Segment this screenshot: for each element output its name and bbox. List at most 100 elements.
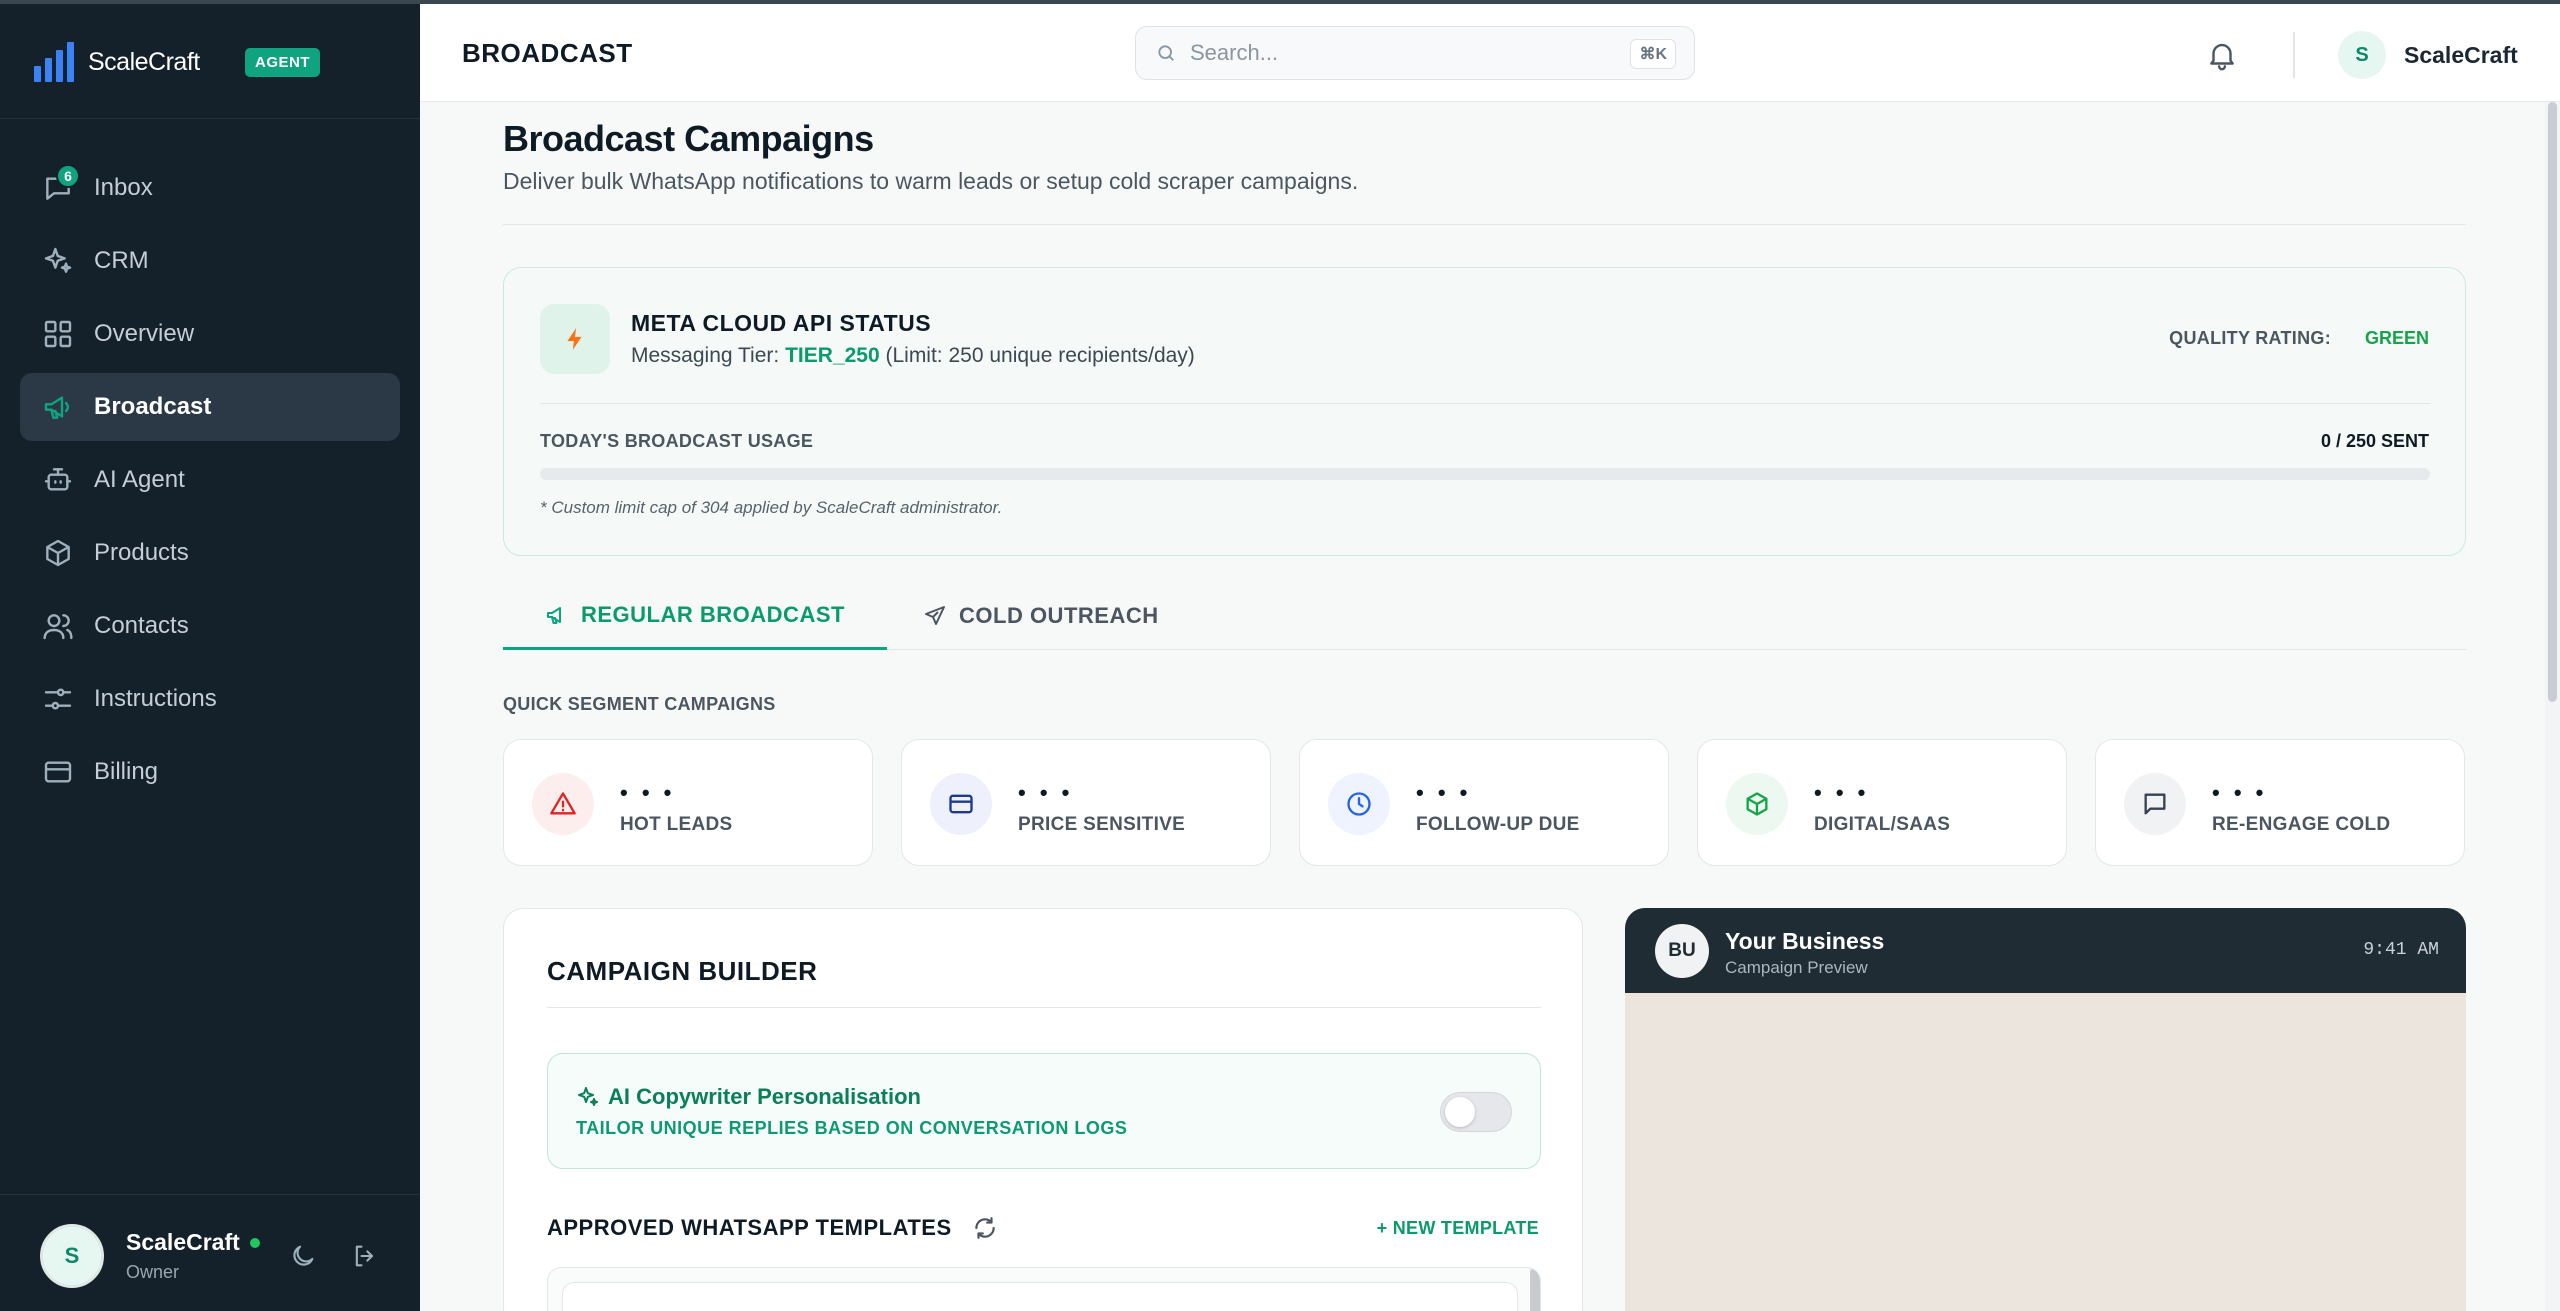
topbar: BROADCAST ⌘K S ScaleCraft: [420, 0, 2560, 102]
sidebar-bottom-divider: [0, 1194, 420, 1195]
grid-icon: [42, 318, 74, 350]
segment-count: • • •: [1416, 780, 1472, 805]
message-square-icon: [2124, 773, 2186, 835]
business-name: Your Business: [1725, 928, 1885, 954]
tier-prefix: Messaging Tier:: [631, 344, 786, 367]
segment-count: • • •: [1018, 780, 1074, 805]
segment-card-re-engage-cold[interactable]: • • • RE-ENGAGE COLD: [2095, 739, 2465, 866]
divider: [547, 1007, 1541, 1008]
preview-time: 9:41 AM: [2363, 940, 2439, 960]
avatar: S: [40, 1224, 104, 1288]
business-avatar: BU: [1655, 924, 1709, 978]
campaign-builder: CAMPAIGN BUILDER AI Copywriter Personali…: [503, 908, 1583, 1311]
sidebar-item-ai-agent[interactable]: AI Agent: [20, 446, 400, 514]
page-header-title: BROADCAST: [462, 38, 633, 68]
scrollbar-thumb[interactable]: [2548, 102, 2557, 702]
segment-card-digital-saas[interactable]: • • • DIGITAL/SAAS: [1697, 739, 2067, 866]
sidebar-divider: [0, 118, 420, 119]
user-name: ScaleCraft: [2404, 41, 2518, 68]
segment-name: PRICE SENSITIVE: [1018, 814, 1186, 835]
ai-copywriter-subtitle: TAILOR UNIQUE REPLIES BASED ON CONVERSAT…: [576, 1118, 1128, 1138]
campaign-preview: BU Your Business Campaign Preview 9:41 A…: [1625, 908, 2466, 1311]
user-menu[interactable]: S ScaleCraft: [2338, 31, 2518, 79]
user-role: Owner: [126, 1262, 180, 1282]
page-scrollbar[interactable]: [2545, 102, 2560, 1311]
sparkles-icon: [578, 1087, 598, 1106]
theme-toggle-button[interactable]: [286, 1239, 320, 1273]
segment-count: • • •: [2212, 780, 2268, 805]
messaging-tier: Messaging Tier: TIER_250 (Limit: 250 uni…: [631, 344, 1195, 368]
agent-badge: AGENT: [245, 48, 320, 77]
user-name: ScaleCraft: [126, 1229, 240, 1255]
sidebar-item-label: Inbox: [94, 174, 153, 201]
logout-button[interactable]: [348, 1239, 382, 1273]
scrollbar-thumb[interactable]: [1530, 1268, 1540, 1311]
page-subtitle: Deliver bulk WhatsApp notifications to w…: [503, 168, 1359, 194]
segment-name: HOT LEADS: [620, 814, 733, 835]
tier-value: TIER_250: [785, 344, 880, 367]
divider: [503, 224, 2466, 225]
usage-progress-bar: [540, 468, 2430, 480]
sidebar-item-label: Products: [94, 539, 189, 566]
preview-subtitle: Campaign Preview: [1725, 958, 1868, 977]
sidebar-item-broadcast[interactable]: Broadcast: [20, 373, 400, 441]
segment-count: • • •: [1814, 780, 1870, 805]
api-status-title: META CLOUD API STATUS: [631, 310, 932, 336]
new-template-button[interactable]: + NEW TEMPLATE: [1377, 1218, 1539, 1239]
header-divider: [2293, 32, 2295, 78]
preview-header: BU Your Business Campaign Preview 9:41 A…: [1625, 908, 2466, 993]
logout-icon: [355, 1245, 374, 1267]
template-card[interactable]: [562, 1282, 1518, 1311]
quality-rating-label: QUALITY RATING:: [2169, 328, 2331, 348]
toggle-knob: [1445, 1097, 1475, 1127]
broadcast-tabs: REGULAR BROADCAST COLD OUTREACH: [503, 582, 2466, 650]
ai-copywriter-title: AI Copywriter Personalisation: [608, 1084, 921, 1109]
moon-icon: [293, 1245, 314, 1266]
search-box[interactable]: ⌘K: [1135, 26, 1695, 80]
sidebar-item-label: Broadcast: [94, 393, 212, 420]
tier-limit: (Limit: 250 unique recipients/day): [879, 344, 1195, 367]
quality-rating-value: GREEN: [2364, 328, 2429, 348]
avatar: S: [2338, 31, 2386, 79]
segment-name: FOLLOW-UP DUE: [1416, 814, 1580, 835]
sparkles-icon: [42, 245, 74, 277]
sidebar-item-inbox[interactable]: 6 Inbox: [20, 154, 400, 222]
sidebar-item-overview[interactable]: Overview: [20, 300, 400, 368]
brand-logo[interactable]: ScaleCraft: [34, 40, 200, 84]
campaign-builder-title: CAMPAIGN BUILDER: [547, 956, 818, 986]
package-icon: [1726, 773, 1788, 835]
usage-note: * Custom limit cap of 304 applied by Sca…: [540, 498, 1003, 517]
segments-label: QUICK SEGMENT CAMPAIGNS: [503, 694, 776, 714]
sidebar-item-crm[interactable]: CRM: [20, 227, 400, 295]
sidebar-user[interactable]: S ScaleCraft Owner: [40, 1224, 260, 1288]
segment-card-price-sensitive[interactable]: • • • PRICE SENSITIVE: [901, 739, 1271, 866]
alert-triangle-icon: [532, 773, 594, 835]
usage-value: 0 / 250 SENT: [2320, 431, 2429, 451]
card-icon: [42, 756, 74, 788]
segment-card-hot-leads[interactable]: • • • HOT LEADS: [503, 739, 873, 866]
ai-copywriter-toggle[interactable]: [1440, 1092, 1512, 1132]
users-icon: [42, 610, 74, 642]
bell-icon: [2210, 43, 2234, 71]
tab-label: REGULAR BROADCAST: [581, 601, 845, 627]
sidebar-item-label: Overview: [94, 320, 195, 347]
tab-cold-outreach[interactable]: COLD OUTREACH: [923, 582, 1159, 650]
sidebar-item-products[interactable]: Products: [20, 519, 400, 587]
notifications-button[interactable]: [2205, 38, 2239, 72]
clock-icon: [1328, 773, 1390, 835]
segment-cards: • • • HOT LEADS • • • PRICE SENSITIVE • …: [503, 739, 2466, 866]
templates-title: APPROVED WHATSAPP TEMPLATES: [547, 1215, 952, 1240]
tab-regular-broadcast[interactable]: REGULAR BROADCAST: [503, 582, 887, 650]
sidebar-nav: 6 Inbox CRM Overview Broadcast AI Agent …: [20, 154, 400, 811]
sidebar-item-instructions[interactable]: Instructions: [20, 665, 400, 733]
sidebar-item-contacts[interactable]: Contacts: [20, 592, 400, 660]
usage-label: TODAY'S BROADCAST USAGE: [540, 431, 814, 451]
sidebar-item-billing[interactable]: Billing: [20, 738, 400, 806]
refresh-icon[interactable]: [972, 1215, 998, 1241]
segment-count: • • •: [620, 780, 676, 805]
templates-scrollbar[interactable]: [1530, 1268, 1540, 1311]
segment-card-follow-up-due[interactable]: • • • FOLLOW-UP DUE: [1299, 739, 1669, 866]
search-input[interactable]: [1190, 40, 1590, 66]
sidebar-item-label: Contacts: [94, 612, 189, 639]
sidebar-item-label: Billing: [94, 758, 159, 785]
